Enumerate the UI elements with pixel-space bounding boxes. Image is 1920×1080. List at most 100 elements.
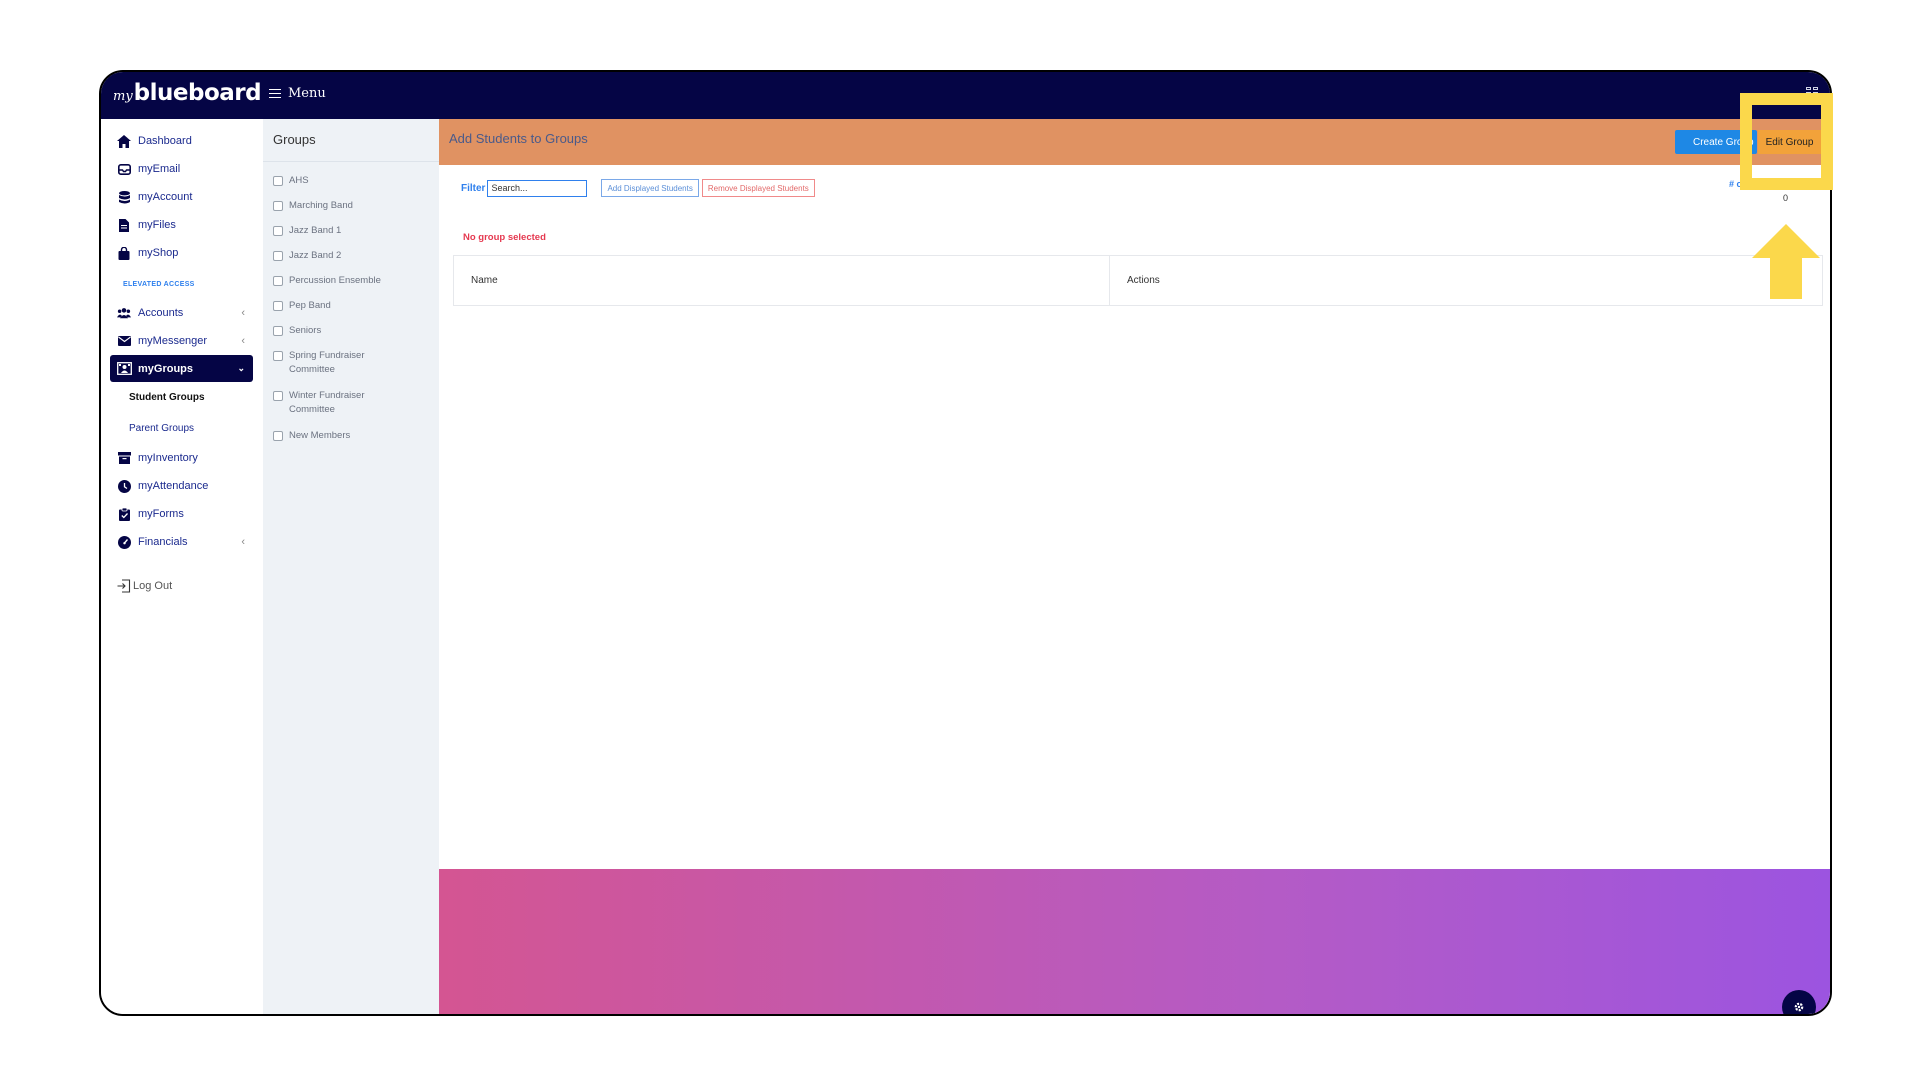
clipboard-check-icon: [117, 507, 131, 521]
group-checkbox[interactable]: [273, 431, 283, 441]
gear-icon: [1794, 1002, 1804, 1012]
group-checkbox[interactable]: [273, 301, 283, 311]
group-label: Spring Fundraiser Committee: [289, 350, 365, 375]
settings-button[interactable]: [1782, 990, 1816, 1014]
main-content: Add Students to Groups Create Group Edit…: [439, 119, 1830, 1014]
group-checkbox[interactable]: [273, 226, 283, 236]
sidebar-item-label: myForms: [138, 508, 184, 520]
chevron-down-icon: ⌄: [237, 363, 245, 373]
chevron-left-icon: ‹: [241, 335, 245, 347]
sidebar: Dashboard myEmail myAccount myFiles mySh…: [101, 119, 263, 1014]
group-checkbox[interactable]: [273, 276, 283, 286]
sidebar-item-label: Dashboard: [138, 135, 192, 147]
file-icon: [117, 218, 131, 232]
sidebar-item-label: Accounts: [138, 307, 184, 319]
group-item[interactable]: Pep Band: [273, 299, 331, 313]
clock-icon: [117, 479, 131, 493]
tachometer-icon: [117, 535, 131, 549]
group-item[interactable]: Jazz Band 1: [273, 224, 341, 238]
elevated-access-heading: ELEVATED ACCESS: [123, 281, 195, 288]
logo[interactable]: my blueboard: [113, 80, 262, 106]
sidebar-item-label: myMessenger: [138, 335, 208, 347]
envelope-icon: [117, 334, 131, 348]
sidebar-item-financials[interactable]: Financials ‹: [117, 535, 251, 549]
sidebar-item-label: myInventory: [138, 452, 198, 464]
column-header-actions: Actions: [1127, 275, 1160, 286]
group-item[interactable]: AHS: [273, 174, 309, 188]
sidebar-item-myforms[interactable]: myForms: [117, 507, 251, 521]
filter-row: Filter Add Displayed Students Remove Dis…: [461, 179, 815, 197]
group-label: Marching Band: [289, 200, 353, 211]
search-input[interactable]: [487, 179, 588, 197]
menu-button[interactable]: Menu: [269, 86, 326, 101]
sidebar-item-mygroups[interactable]: myGroups ⌄: [110, 355, 253, 382]
group-label: AHS: [289, 175, 309, 186]
sidebar-item-dashboard[interactable]: Dashboard: [117, 134, 251, 148]
group-checkbox[interactable]: [273, 391, 283, 401]
column-divider: [1109, 256, 1110, 305]
sidebar-item-label: myShop: [138, 247, 179, 259]
group-checkbox[interactable]: [273, 176, 283, 186]
sidebar-item-label: myAttendance: [138, 480, 209, 492]
groups-panel: Groups AHS Marching Band Jazz Band 1 Jaz…: [263, 119, 439, 1014]
create-group-button[interactable]: Create Group: [1675, 130, 1757, 154]
group-checkbox[interactable]: [273, 201, 283, 211]
count-value: 0: [1783, 193, 1789, 203]
logo-name: blueboard: [133, 80, 262, 106]
sidebar-item-label: myAccount: [138, 191, 193, 203]
group-item[interactable]: Spring Fundraiser Committee: [273, 349, 373, 377]
column-header-name: Name: [471, 275, 498, 286]
footer-gradient: [439, 869, 1830, 1014]
group-label: Pep Band: [289, 300, 331, 311]
add-displayed-students-button[interactable]: Add Displayed Students: [601, 179, 699, 197]
group-label: Jazz Band 2: [289, 250, 342, 261]
logout-link[interactable]: Log Out: [117, 579, 251, 593]
divider: [263, 161, 439, 162]
sidebar-item-myfiles[interactable]: myFiles: [117, 218, 251, 232]
group-checkbox[interactable]: [273, 326, 283, 336]
sidebar-item-myemail[interactable]: myEmail: [117, 162, 251, 176]
sidebar-item-myaccount[interactable]: myAccount: [117, 190, 251, 204]
sidebar-subitem-student-groups[interactable]: Student Groups: [129, 392, 205, 403]
apps-grid-icon[interactable]: [1806, 87, 1818, 95]
group-item[interactable]: New Members: [273, 429, 350, 443]
group-checkbox[interactable]: [273, 351, 283, 361]
group-item[interactable]: Winter Fundraiser Committee: [273, 389, 373, 417]
sidebar-item-label: myEmail: [138, 163, 181, 175]
groups-title: Groups: [273, 132, 316, 147]
sidebar-item-label: Financials: [138, 536, 188, 548]
app-window: my blueboard Menu Dashboard myEmail myAc…: [99, 70, 1832, 1016]
group-item[interactable]: Seniors: [273, 324, 321, 338]
home-icon: [117, 134, 131, 148]
edit-group-button[interactable]: Edit Group: [1758, 130, 1821, 154]
top-navbar: my blueboard Menu: [101, 72, 1830, 119]
logout-icon: [117, 579, 131, 593]
group-label: Jazz Band 1: [289, 225, 342, 236]
hamburger-icon: [269, 88, 281, 99]
sidebar-item-mymessenger[interactable]: myMessenger ‹: [117, 334, 251, 348]
page-header: Add Students to Groups Create Group Edit…: [439, 119, 1830, 165]
group-label: Seniors: [289, 325, 322, 336]
sidebar-item-myshop[interactable]: myShop: [117, 246, 251, 260]
logout-label: Log Out: [133, 580, 173, 592]
group-item[interactable]: Jazz Band 2: [273, 249, 341, 263]
group-item[interactable]: Marching Band: [273, 199, 353, 213]
group-item[interactable]: Percussion Ensemble: [273, 274, 381, 288]
students-table: Name Actions: [453, 255, 1823, 306]
sidebar-item-myinventory[interactable]: myInventory: [117, 451, 251, 465]
logo-prefix: my: [113, 89, 133, 104]
remove-displayed-students-button[interactable]: Remove Displayed Students: [701, 179, 815, 197]
group-label: New Members: [289, 430, 351, 441]
users-icon: [117, 306, 131, 320]
database-icon: [117, 190, 131, 204]
sidebar-subitem-parent-groups[interactable]: Parent Groups: [129, 423, 194, 434]
group-checkbox[interactable]: [273, 251, 283, 261]
sidebar-item-myattendance[interactable]: myAttendance: [117, 479, 251, 493]
inbox-icon: [117, 162, 131, 176]
sidebar-item-accounts[interactable]: Accounts ‹: [117, 306, 251, 320]
group-label: Percussion Ensemble: [289, 275, 381, 286]
chevron-left-icon: ‹: [241, 307, 245, 319]
filter-label: Filter: [461, 182, 486, 194]
count-label: # o: [1729, 179, 1743, 189]
archive-icon: [117, 451, 131, 465]
